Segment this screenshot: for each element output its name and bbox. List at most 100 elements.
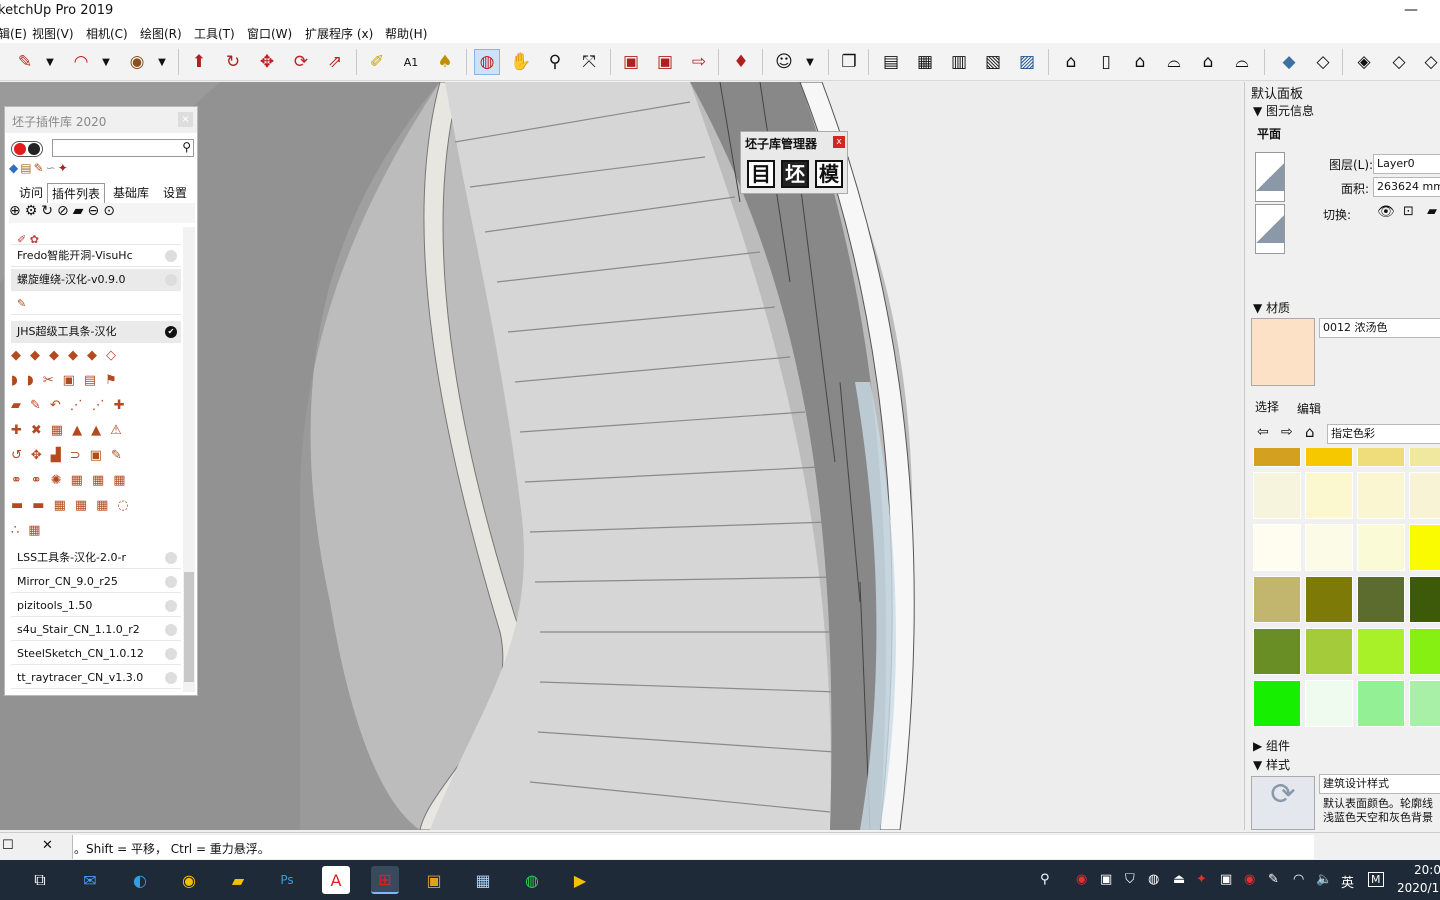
swatch-14[interactable] bbox=[1357, 576, 1405, 623]
swatch-12[interactable] bbox=[1253, 576, 1301, 623]
swatch-17[interactable] bbox=[1305, 628, 1353, 675]
tape-measure-icon[interactable]: ✐ bbox=[364, 49, 390, 75]
swatch-13[interactable] bbox=[1305, 576, 1353, 623]
zoom-icon[interactable]: ⚲ bbox=[542, 49, 568, 75]
material-collection-select[interactable]: 指定色彩 bbox=[1327, 424, 1440, 444]
tray-app-icon[interactable]: ◉ bbox=[1244, 872, 1255, 887]
scale-icon[interactable]: ⇗ bbox=[322, 49, 348, 75]
shadow-icon[interactable]: ▰ bbox=[1427, 204, 1437, 219]
styles-title[interactable]: ▼ 样式 bbox=[1253, 756, 1290, 773]
swatch-6[interactable] bbox=[1357, 472, 1405, 519]
swatch-23[interactable] bbox=[1409, 680, 1440, 727]
plugin-status-icon[interactable] bbox=[165, 624, 177, 636]
dropdown-icon[interactable]: ▼ bbox=[797, 49, 823, 75]
dropdown-icon[interactable]: ▼ bbox=[149, 49, 175, 75]
back-arrow-icon[interactable]: ⇦ bbox=[1257, 424, 1269, 440]
swatch-20[interactable] bbox=[1253, 680, 1301, 727]
list-item[interactable]: s4u_Stair_CN_1.1.0_r2 bbox=[11, 619, 181, 641]
sketchup-icon[interactable]: ⊞ bbox=[371, 866, 399, 894]
security-icon[interactable]: ⛉ bbox=[1125, 872, 1135, 887]
wechat-tray-icon[interactable]: ◍ bbox=[1148, 872, 1159, 887]
swatch-4[interactable] bbox=[1253, 472, 1301, 519]
move-icon[interactable]: ✥ bbox=[254, 49, 280, 75]
components-title[interactable]: ▶ 组件 bbox=[1253, 737, 1290, 754]
back-view-icon[interactable]: ▥ bbox=[946, 49, 972, 75]
layer-select[interactable]: Layer0 bbox=[1373, 154, 1440, 174]
dropdown-icon[interactable]: ▼ bbox=[93, 49, 119, 75]
image-viewer-icon[interactable]: ▣ bbox=[420, 866, 448, 894]
record-icon[interactable]: ◉ bbox=[1076, 872, 1087, 887]
right-view-icon[interactable]: ▨ bbox=[1014, 49, 1040, 75]
forward-arrow-icon[interactable]: ⇨ bbox=[1281, 424, 1293, 440]
plugin-status-icon[interactable] bbox=[165, 600, 177, 612]
autocad-icon[interactable]: A bbox=[322, 866, 350, 894]
face-front-swatch[interactable] bbox=[1255, 152, 1285, 202]
shaded-icon[interactable]: ◇ bbox=[1386, 49, 1412, 75]
usb-icon[interactable]: ⏏ bbox=[1173, 872, 1185, 887]
close-icon[interactable]: ✕ bbox=[42, 838, 53, 853]
solid-style-icon[interactable]: ◆ bbox=[1276, 49, 1302, 75]
manager-catalog-button[interactable]: 目 bbox=[747, 160, 775, 188]
ime-mode-icon[interactable]: M bbox=[1368, 872, 1384, 887]
home-icon[interactable]: ⌂ bbox=[1305, 423, 1315, 441]
rotate-icon[interactable]: ⟳ bbox=[288, 49, 314, 75]
refresh-icon[interactable]: ↻ bbox=[41, 203, 57, 219]
app-tray-icon[interactable]: ▣ bbox=[1100, 872, 1112, 887]
top-view-icon[interactable]: ▤ bbox=[878, 49, 904, 75]
front-view-icon[interactable]: ▦ bbox=[912, 49, 938, 75]
orbit-icon[interactable]: ◍ bbox=[474, 49, 500, 75]
send-layout-icon[interactable]: ⇨ bbox=[686, 49, 712, 75]
list-item[interactable]: 螺旋缠绕-汉化-v0.9.0 bbox=[11, 269, 181, 291]
wifi-icon[interactable]: ◠ bbox=[1293, 872, 1304, 887]
materials-title[interactable]: ▼ 材质 bbox=[1253, 299, 1290, 316]
house-iso-icon[interactable]: ⌂ bbox=[1058, 49, 1084, 75]
people-icon[interactable]: ⚲ bbox=[1040, 872, 1050, 887]
house-side-icon[interactable]: ⌓ bbox=[1229, 49, 1255, 75]
menu-window[interactable]: 窗口(W) bbox=[247, 25, 292, 42]
swatch-0[interactable] bbox=[1253, 448, 1301, 467]
component-icon[interactable]: ❐ bbox=[836, 49, 862, 75]
menu-extensions[interactable]: 扩展程序 (x) bbox=[305, 25, 373, 42]
plugin-list-scrollbar[interactable] bbox=[183, 227, 195, 692]
swatch-11[interactable] bbox=[1409, 524, 1440, 571]
zoom-extents-icon[interactable]: ⤧ bbox=[576, 49, 602, 75]
tab-edit[interactable]: 编辑 bbox=[1297, 400, 1321, 417]
extension-warehouse-icon[interactable]: ▣ bbox=[652, 49, 678, 75]
menu-help[interactable]: 帮助(H) bbox=[385, 25, 427, 42]
account-icon[interactable]: ☺ bbox=[771, 49, 797, 75]
close-icon[interactable]: × bbox=[178, 112, 193, 127]
file-explorer-icon[interactable]: ▰ bbox=[224, 866, 252, 894]
delete-icon[interactable]: ⊘ bbox=[57, 203, 73, 219]
swatch-2[interactable] bbox=[1357, 448, 1405, 467]
plugin-status-icon[interactable] bbox=[165, 552, 177, 564]
list-item[interactable]: LSS工具条-汉化-2.0-r bbox=[11, 547, 181, 569]
minimize-button[interactable]: — bbox=[1404, 2, 1418, 18]
mail-icon[interactable]: ✉ bbox=[76, 866, 104, 894]
ruby-icon[interactable]: ♦ bbox=[728, 49, 754, 75]
clock-time[interactable]: 20:0 bbox=[1414, 863, 1440, 877]
lock-icon[interactable]: ⊡ bbox=[1403, 204, 1414, 219]
house-outline-icon[interactable]: ⌂ bbox=[1195, 49, 1221, 75]
jhs-tool-grid[interactable]: ◆◆◆◆◆◇ ◗◗✂▣▤⚑ ▰✎↶⋰⋰✚ ✚✖▦▲▲⚠ ↺✥▟⊃▣✎ ⚭⚭✺▦▦▦ ▬▬▦▦… bbox=[11, 343, 179, 543]
plugin-status-icon[interactable] bbox=[165, 648, 177, 660]
close-icon[interactable]: x bbox=[833, 136, 845, 148]
plugin-status-icon[interactable] bbox=[165, 250, 177, 262]
volume-icon[interactable]: 🔈 bbox=[1316, 872, 1332, 887]
status-toggle-icon[interactable]: ☐ bbox=[2, 838, 14, 853]
circle-icon[interactable]: ◉ bbox=[124, 49, 150, 75]
list-item[interactable]: Mirror_CN_9.0_r25 bbox=[11, 571, 181, 593]
chrome-icon[interactable]: ◉ bbox=[175, 866, 203, 894]
plugin-toggle[interactable] bbox=[11, 141, 43, 157]
tab-visit[interactable]: 访问 bbox=[15, 183, 47, 202]
swatch-22[interactable] bbox=[1357, 680, 1405, 727]
face-back-swatch[interactable] bbox=[1255, 204, 1285, 254]
list-item[interactable]: JHS超级工具条-汉化 ✔ bbox=[11, 321, 181, 343]
swatch-18[interactable] bbox=[1357, 628, 1405, 675]
folder-icon[interactable]: ▤ bbox=[20, 161, 33, 175]
spiral-tool-icon[interactable]: ✎ bbox=[17, 297, 26, 310]
gear-icon[interactable]: ⚙ bbox=[25, 203, 42, 219]
plugin-search-input[interactable]: ⚲ bbox=[52, 139, 194, 157]
search-icon[interactable]: ⚲ bbox=[182, 140, 191, 154]
menu-edit[interactable]: 辑(E) bbox=[0, 25, 27, 42]
plugin-status-icon[interactable] bbox=[165, 672, 177, 684]
